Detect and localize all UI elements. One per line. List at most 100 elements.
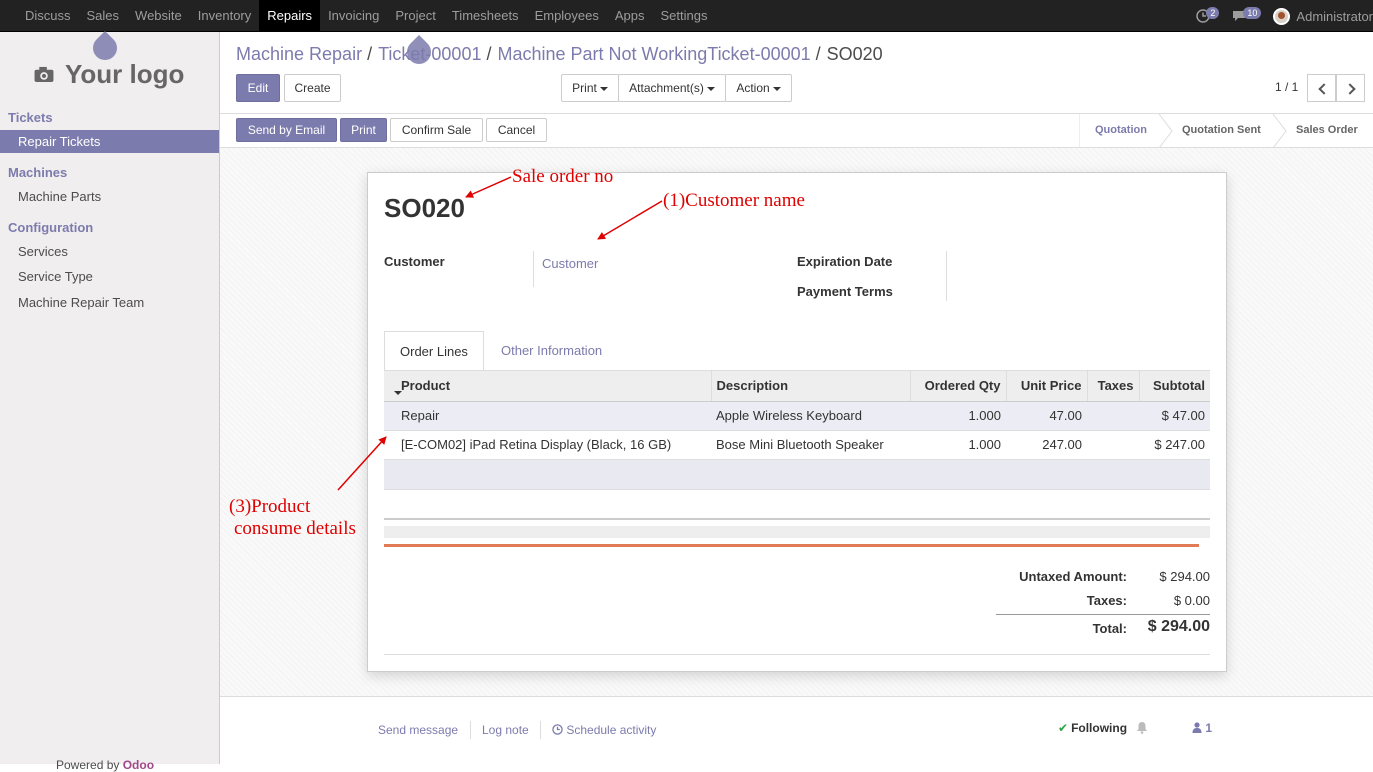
taxes-value: $ 0.00 xyxy=(1173,593,1210,608)
annotation-customer-name: (1)Customer name xyxy=(663,190,805,211)
clock-icon xyxy=(552,724,563,735)
logo-text: Your logo xyxy=(65,58,185,89)
sidebar-item-machine-repair-team[interactable]: Machine Repair Team xyxy=(0,291,219,314)
table-header-row: Product Description Ordered Qty Unit Pri… xyxy=(384,371,1210,402)
sidebar-item-services[interactable]: Services xyxy=(0,240,219,263)
app-menu: Discuss Sales Website Inventory Repairs … xyxy=(17,0,716,32)
cell-qty: 1.000 xyxy=(910,401,1006,431)
caret-down-icon xyxy=(706,86,715,91)
cell-product: [E-COM02] iPad Retina Display (Black, 16… xyxy=(395,430,711,460)
activity-menu[interactable]: 2 xyxy=(1196,7,1220,23)
pager-next-button[interactable] xyxy=(1336,74,1365,102)
bell-icon[interactable] xyxy=(1136,721,1148,734)
chatter-separator xyxy=(470,721,471,739)
handle-column-header xyxy=(384,371,395,402)
menu-inventory[interactable]: Inventory xyxy=(190,0,259,32)
cell-taxes xyxy=(1087,430,1139,460)
totals-divider xyxy=(996,614,1210,615)
sidebar-item-repair-tickets[interactable]: Repair Tickets xyxy=(0,130,219,153)
user-menu[interactable]: Administrator xyxy=(1273,7,1373,25)
menu-timesheets[interactable]: Timesheets xyxy=(444,0,527,32)
confirm-sale-button[interactable]: Confirm Sale xyxy=(390,118,483,142)
untaxed-amount-value: $ 294.00 xyxy=(1159,569,1210,584)
print-button[interactable]: Print xyxy=(340,118,387,142)
following-button[interactable]: ✔ Following xyxy=(1058,721,1127,735)
sheet-bottom-divider xyxy=(384,654,1210,655)
cell-price: 47.00 xyxy=(1006,401,1087,431)
cell-description: Apple Wireless Keyboard xyxy=(711,401,910,431)
activity-count-badge: 2 xyxy=(1206,7,1220,19)
stage-sales-order[interactable]: Sales Order xyxy=(1288,114,1366,147)
powered-by: Powered by Odoo xyxy=(56,758,154,772)
form-sheet: SO020 Customer Customer Expiration Date … xyxy=(367,172,1227,672)
menu-invoicing[interactable]: Invoicing xyxy=(320,0,387,32)
column-product[interactable]: Product xyxy=(394,371,712,402)
log-note-button[interactable]: Log note xyxy=(482,723,529,737)
breadcrumb-machine-part[interactable]: Machine Part Not WorkingTicket-00001 xyxy=(497,44,810,64)
menu-employees[interactable]: Employees xyxy=(527,0,607,32)
send-message-button[interactable]: Send message xyxy=(378,723,458,737)
table-footer xyxy=(384,526,1210,538)
odoo-link[interactable]: Odoo xyxy=(123,758,154,772)
sidebar-item-service-type[interactable]: Service Type xyxy=(0,265,219,288)
schedule-activity-label: Schedule activity xyxy=(566,723,657,737)
stage-quotation-sent[interactable]: Quotation Sent xyxy=(1174,114,1269,147)
chatter-separator xyxy=(540,721,541,739)
cell-price: 247.00 xyxy=(1006,430,1087,460)
annotation-product-line2: consume details xyxy=(234,518,356,539)
menu-repairs[interactable]: Repairs xyxy=(259,0,321,32)
breadcrumb-ticket[interactable]: Ticket-00001 xyxy=(378,44,481,64)
sidebar-heading-tickets[interactable]: Tickets xyxy=(8,110,53,125)
action-dropdown[interactable]: Action xyxy=(725,74,792,102)
user-name: Administrator xyxy=(1296,8,1373,24)
cancel-button[interactable]: Cancel xyxy=(486,118,547,142)
print-dropdown[interactable]: Print xyxy=(561,74,619,102)
send-by-email-button[interactable]: Send by Email xyxy=(236,118,337,142)
stage-quotation[interactable]: Quotation xyxy=(1087,114,1155,147)
action-dropdown-label: Action xyxy=(736,81,770,95)
annotation-sale-order: Sale order no xyxy=(512,166,614,187)
breadcrumb: Machine Repair / Ticket-00001/Machine Part… xyxy=(236,44,883,64)
column-unit-price[interactable]: Unit Price xyxy=(1006,371,1088,402)
menu-sales[interactable]: Sales xyxy=(79,0,128,32)
menu-project[interactable]: Project xyxy=(387,0,443,32)
cell-subtotal: $ 247.00 xyxy=(1139,430,1210,460)
customer-field[interactable]: Customer xyxy=(542,256,598,271)
note-separator xyxy=(384,544,1199,547)
cell-taxes xyxy=(1087,401,1139,431)
column-taxes[interactable]: Taxes xyxy=(1087,371,1140,402)
tab-other-information[interactable]: Other Information xyxy=(486,331,617,371)
create-button[interactable]: Create xyxy=(284,74,341,102)
column-description[interactable]: Description xyxy=(711,371,911,402)
breadcrumb-machine-repair[interactable]: Machine Repair xyxy=(236,44,362,64)
pager-previous-button[interactable] xyxy=(1307,74,1336,102)
sidebar-item-machine-parts[interactable]: Machine Parts xyxy=(0,185,219,208)
sidebar-heading-configuration[interactable]: Configuration xyxy=(8,220,93,235)
cell-subtotal: $ 47.00 xyxy=(1139,401,1210,431)
caret-down-icon xyxy=(772,86,781,91)
cell-product: Repair xyxy=(395,401,711,431)
menu-settings[interactable]: Settings xyxy=(653,0,716,32)
schedule-activity-button[interactable]: Schedule activity xyxy=(552,723,656,737)
check-icon: ✔ xyxy=(1058,721,1069,735)
menu-apps[interactable]: Apps xyxy=(607,0,653,32)
message-count-badge: 10 xyxy=(1243,7,1262,19)
cell-qty: 1.000 xyxy=(910,430,1006,460)
table-row[interactable]: Repair Apple Wireless Keyboard 1.000 47.… xyxy=(384,401,1210,431)
menu-website[interactable]: Website xyxy=(127,0,190,32)
sidebar-heading-machines[interactable]: Machines xyxy=(8,165,67,180)
tab-order-lines[interactable]: Order Lines xyxy=(384,331,484,371)
customer-label: Customer xyxy=(384,254,445,269)
followers-count: 1 xyxy=(1205,721,1213,735)
followers-button[interactable]: 1 xyxy=(1192,721,1212,735)
column-ordered-qty[interactable]: Ordered Qty xyxy=(910,371,1007,402)
messaging-menu[interactable]: 10 xyxy=(1231,7,1262,23)
menu-discuss[interactable]: Discuss xyxy=(17,0,79,32)
sort-caret-icon xyxy=(394,391,402,395)
edit-button[interactable]: Edit xyxy=(236,74,280,102)
annotation-product-line1: (3)Product xyxy=(229,496,311,517)
table-row[interactable]: [E-COM02] iPad Retina Display (Black, 16… xyxy=(384,430,1210,460)
column-subtotal[interactable]: Subtotal xyxy=(1139,371,1210,402)
expiration-date-label: Expiration Date xyxy=(797,254,893,269)
attachments-dropdown[interactable]: Attachment(s) xyxy=(618,74,726,102)
